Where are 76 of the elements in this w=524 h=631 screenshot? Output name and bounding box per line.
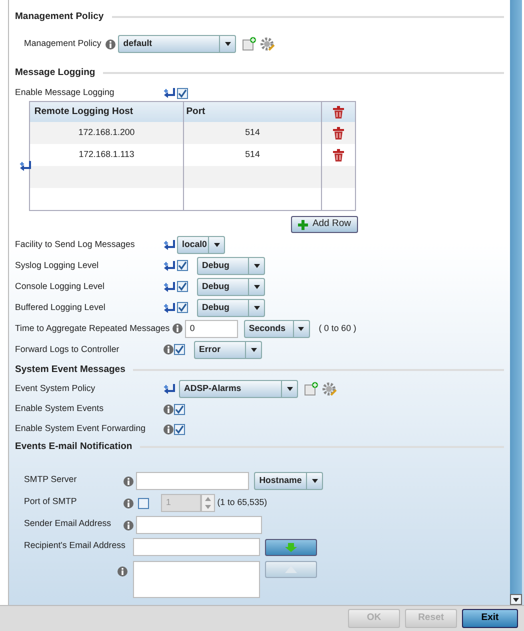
scroll-down-button[interactable] xyxy=(510,594,522,605)
add-address-button[interactable] xyxy=(265,538,318,556)
info-icon[interactable] xyxy=(163,404,174,414)
override-icon[interactable] xyxy=(163,260,177,272)
gear-icon[interactable] xyxy=(322,382,337,396)
up-arrow-icon xyxy=(285,566,298,573)
table-cell-text: 172.168.1.113 xyxy=(78,148,134,162)
field-label: Enable Message Logging xyxy=(15,86,116,100)
range-hint: (1 to 65,535) xyxy=(217,496,268,510)
plus-icon xyxy=(298,220,308,230)
trash-icon[interactable] xyxy=(333,126,344,140)
dropdown[interactable]: ADSP-Alarms xyxy=(179,380,298,398)
table-cell-text: 514 xyxy=(245,126,260,140)
section-title: Events E-mail Notification xyxy=(15,440,132,454)
add-row-button[interactable]: Add Row xyxy=(291,216,358,233)
section-title: Message Logging xyxy=(15,66,96,80)
field-label: Recipient's Email Address xyxy=(23,539,126,552)
field-label: Facility to Send Log Messages xyxy=(15,238,136,251)
info-icon[interactable] xyxy=(163,344,174,355)
checkbox[interactable] xyxy=(174,424,185,434)
table-cell-text: 172.168.1.200 xyxy=(78,126,135,140)
checkbox[interactable] xyxy=(174,344,185,355)
range-hint: ( 0 to 60 ) xyxy=(318,322,356,335)
info-icon[interactable] xyxy=(123,476,134,486)
info-icon[interactable] xyxy=(105,38,116,50)
dropdown[interactable]: Error xyxy=(194,340,262,358)
checkbox[interactable] xyxy=(177,88,188,98)
field-label: Event System Policy xyxy=(15,382,96,396)
field-label: Management Policy xyxy=(24,37,102,50)
checkbox[interactable] xyxy=(177,302,188,313)
checkbox[interactable] xyxy=(177,281,188,292)
field-label: SMTP Server xyxy=(23,473,78,486)
input-field[interactable] xyxy=(136,516,262,534)
info-icon[interactable] xyxy=(163,424,174,434)
info-icon[interactable] xyxy=(172,323,183,334)
footer-button[interactable]: Exit xyxy=(462,609,518,628)
checkbox[interactable] xyxy=(177,260,188,271)
dropdown[interactable]: Seconds xyxy=(244,320,310,338)
field-label: Sender Email Address xyxy=(23,517,112,530)
number-field[interactable]: 0 xyxy=(184,320,238,338)
field-label: Console Logging Level xyxy=(15,280,106,293)
override-icon[interactable] xyxy=(19,160,33,172)
input-field[interactable] xyxy=(133,538,260,556)
dropdown[interactable]: default xyxy=(118,35,236,53)
dropdown[interactable]: Debug xyxy=(197,256,265,274)
dropdown[interactable]: Hostname xyxy=(254,472,324,490)
field-label: Enable System Event Forwarding xyxy=(15,422,147,436)
section-title: Management Policy xyxy=(15,10,104,24)
gear-icon[interactable] xyxy=(260,36,276,52)
new-policy-icon[interactable] xyxy=(304,382,318,396)
override-icon[interactable] xyxy=(163,302,177,314)
new-policy-icon[interactable] xyxy=(242,37,256,51)
dropdown[interactable]: Debug xyxy=(197,278,265,296)
override-icon[interactable] xyxy=(163,238,177,250)
field-label: Buffered Logging Level xyxy=(15,300,106,314)
input-field[interactable] xyxy=(136,472,250,490)
checkbox[interactable] xyxy=(174,404,185,414)
override-icon[interactable] xyxy=(163,280,177,292)
down-arrow-icon xyxy=(285,542,298,552)
scrollbar[interactable] xyxy=(510,0,522,605)
field-label: Syslog Logging Level xyxy=(15,258,100,272)
field-label: Forward Logs to Controller xyxy=(15,342,120,356)
info-icon[interactable] xyxy=(123,498,134,508)
checkbox[interactable] xyxy=(138,498,149,508)
dropdown[interactable]: local0 xyxy=(177,236,225,254)
trash-icon[interactable] xyxy=(333,148,344,162)
field-label: Enable System Events xyxy=(15,402,105,416)
dropdown[interactable]: Debug xyxy=(197,298,265,316)
info-icon[interactable] xyxy=(123,520,134,530)
override-icon[interactable] xyxy=(163,383,177,395)
field-label: Port of SMTP xyxy=(23,495,78,508)
override-icon[interactable] xyxy=(163,87,177,99)
section-title: System Event Messages xyxy=(15,362,126,377)
trash-icon[interactable] xyxy=(333,106,344,118)
field-label: Time to Aggregate Repeated Messages xyxy=(15,322,170,335)
table-cell-text: 514 xyxy=(245,148,260,162)
